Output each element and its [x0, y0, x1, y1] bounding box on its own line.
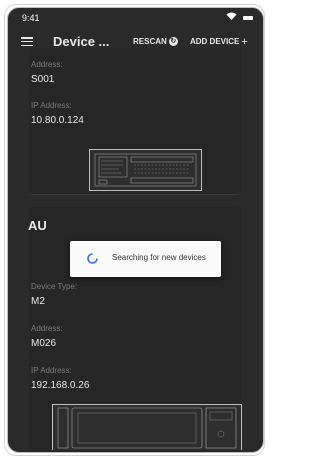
add-device-label: ADD DEVICE: [190, 37, 240, 46]
ip-address-value: 192.168.0.26: [31, 380, 90, 391]
device-name: AU: [28, 218, 47, 233]
address-value: M026: [31, 338, 57, 349]
dialog-message: Searching for new devices: [112, 253, 206, 262]
ip-address-value: 10.80.0.124: [31, 115, 84, 126]
address-label: Address:: [31, 324, 63, 333]
address-value: S001: [31, 74, 55, 85]
rescan-button[interactable]: RESCAN ↻: [133, 37, 178, 46]
device-image: [52, 404, 242, 450]
page-title: Device ...: [53, 34, 110, 49]
app-screen: 9:41 Device ... RESCAN ↻ ADD DEVICE + Ad…: [7, 7, 264, 453]
device-image: [89, 149, 202, 191]
ip-address-label: IP Address:: [31, 101, 72, 110]
refresh-icon: ↻: [168, 37, 178, 46]
ip-address-label: IP Address:: [31, 366, 72, 375]
device-type-label: Device Type:: [31, 282, 78, 291]
rescan-label: RESCAN: [133, 37, 167, 46]
add-device-button[interactable]: ADD DEVICE +: [190, 35, 248, 48]
plus-icon: +: [241, 35, 248, 48]
spinner-icon: [87, 253, 98, 264]
wifi-icon: [226, 12, 237, 20]
status-bar: 9:41: [8, 8, 263, 26]
menu-icon[interactable]: [21, 37, 33, 47]
status-time: 9:41: [22, 13, 40, 23]
searching-dialog: Searching for new devices: [70, 241, 221, 277]
device-type-value: M2: [31, 296, 45, 307]
address-label: Address:: [31, 60, 63, 69]
battery-icon: [243, 16, 253, 20]
